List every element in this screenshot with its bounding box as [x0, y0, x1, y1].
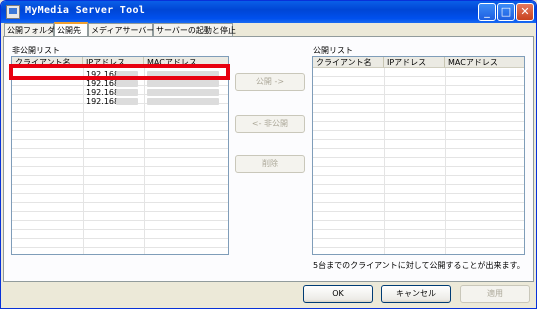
public-list-gridlines — [313, 68, 524, 254]
minimize-button[interactable]: _ — [478, 3, 496, 21]
title-bar[interactable]: MyMedia Server Tool _ □ ✕ — [1, 1, 536, 23]
redacted-ip — [116, 89, 138, 96]
tab-public-folder[interactable]: 公開フォルダ — [4, 23, 55, 36]
column-client-name[interactable]: クライアント名 — [313, 57, 384, 68]
public-list-col-divider — [384, 68, 385, 254]
main-window: MyMedia Server Tool _ □ ✕ 公開フォルダ 公開先 メディ… — [0, 0, 537, 309]
public-list-header: クライアント名 IPアドレス MACアドレス — [313, 57, 524, 68]
unpublish-button[interactable]: <- 非公開 — [235, 115, 305, 133]
tab-media-server-name[interactable]: メディアサーバー名 — [88, 23, 162, 36]
maximize-button[interactable]: □ — [497, 3, 515, 21]
redacted-ip — [116, 98, 138, 105]
app-icon — [6, 5, 20, 19]
redacted-mac — [147, 80, 219, 87]
private-list-label: 非公開リスト — [12, 46, 60, 55]
public-list-col-divider — [445, 68, 446, 254]
public-list-label: 公開リスト — [313, 46, 353, 55]
private-client-list[interactable]: クライアント名 IPアドレス MACアドレス 192.168. 192.168.… — [11, 56, 229, 255]
ok-button[interactable]: OK — [303, 285, 373, 303]
window-title: MyMedia Server Tool — [25, 5, 146, 16]
table-row[interactable]: 192.168. — [12, 79, 228, 88]
status-message: 5台までのクライアントに対して公開することが出来ます。 — [313, 261, 525, 270]
public-client-list[interactable]: クライアント名 IPアドレス MACアドレス — [312, 56, 525, 255]
publish-button[interactable]: 公開 -> — [235, 73, 305, 91]
client-name-cell — [15, 79, 81, 88]
table-row[interactable]: 192.168. — [12, 97, 228, 106]
cancel-button[interactable]: キャンセル — [381, 285, 451, 303]
close-button[interactable]: ✕ — [516, 3, 534, 21]
delete-button[interactable]: 削除 — [235, 155, 305, 173]
redacted-ip — [116, 80, 138, 87]
redacted-mac — [147, 98, 219, 105]
column-mac-address[interactable]: MACアドレス — [445, 57, 524, 68]
apply-button[interactable]: 適用 — [460, 285, 530, 303]
client-name-cell — [15, 97, 81, 106]
highlight-annotation — [9, 64, 230, 80]
table-row[interactable]: 192.168. — [12, 88, 228, 97]
tab-publish-target[interactable]: 公開先 — [54, 22, 88, 36]
redacted-mac — [147, 89, 219, 96]
tab-server-start-stop[interactable]: サーバーの起動と停止 — [153, 23, 236, 36]
client-name-cell — [15, 88, 81, 97]
column-ip-address[interactable]: IPアドレス — [384, 57, 445, 68]
